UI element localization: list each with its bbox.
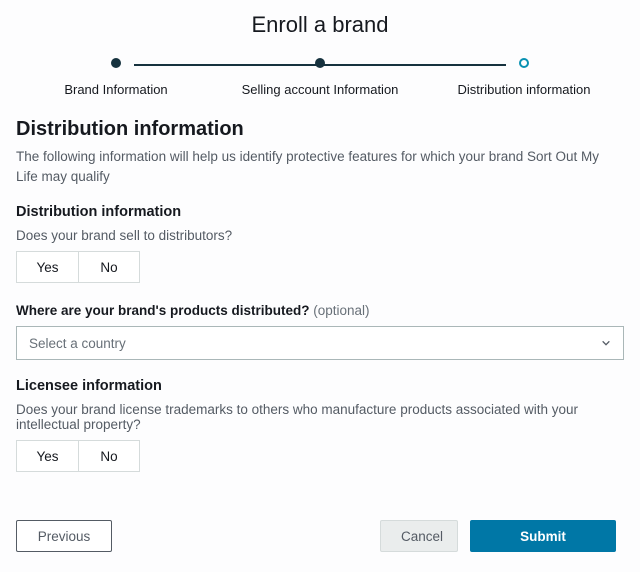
distribution-subheading: Distribution information — [16, 204, 624, 220]
distributors-no-button[interactable]: No — [78, 251, 140, 283]
licensee-question: Does your brand license trademarks to ot… — [16, 402, 624, 432]
step-distribution-information: Distribution information — [424, 58, 624, 97]
country-select[interactable]: Select a country — [16, 326, 624, 360]
step-selling-account: Selling account Information — [220, 58, 420, 97]
step-label: Selling account Information — [242, 82, 399, 97]
country-label-text: Where are your brand's products distribu… — [16, 303, 310, 318]
progress-stepper: Brand Information Selling account Inform… — [16, 58, 624, 110]
distributors-yes-button[interactable]: Yes — [16, 251, 78, 283]
previous-button[interactable]: Previous — [16, 520, 112, 552]
country-field-label: Where are your brand's products distribu… — [16, 303, 624, 318]
step-label: Brand Information — [64, 82, 167, 97]
chevron-down-icon — [601, 338, 611, 348]
step-dot-filled-icon — [315, 58, 325, 68]
step-dot-filled-icon — [111, 58, 121, 68]
country-optional-text: (optional) — [313, 303, 369, 318]
page-title: Enroll a brand — [16, 0, 624, 38]
licensee-no-button[interactable]: No — [78, 440, 140, 472]
step-dot-current-icon — [519, 58, 529, 68]
licensee-yes-button[interactable]: Yes — [16, 440, 78, 472]
distributors-question: Does your brand sell to distributors? — [16, 228, 624, 243]
step-brand-information: Brand Information — [16, 58, 216, 97]
step-label: Distribution information — [458, 82, 591, 97]
section-heading: Distribution information — [16, 118, 624, 141]
licensee-yes-no-group: Yes No — [16, 440, 624, 472]
section-description: The following information will help us i… — [16, 147, 624, 186]
submit-button[interactable]: Submit — [470, 520, 616, 552]
footer-actions: Previous Cancel Submit — [16, 520, 616, 552]
distributors-yes-no-group: Yes No — [16, 251, 624, 283]
country-select-placeholder: Select a country — [29, 336, 126, 351]
licensee-subheading: Licensee information — [16, 378, 624, 394]
cancel-button[interactable]: Cancel — [380, 520, 458, 552]
